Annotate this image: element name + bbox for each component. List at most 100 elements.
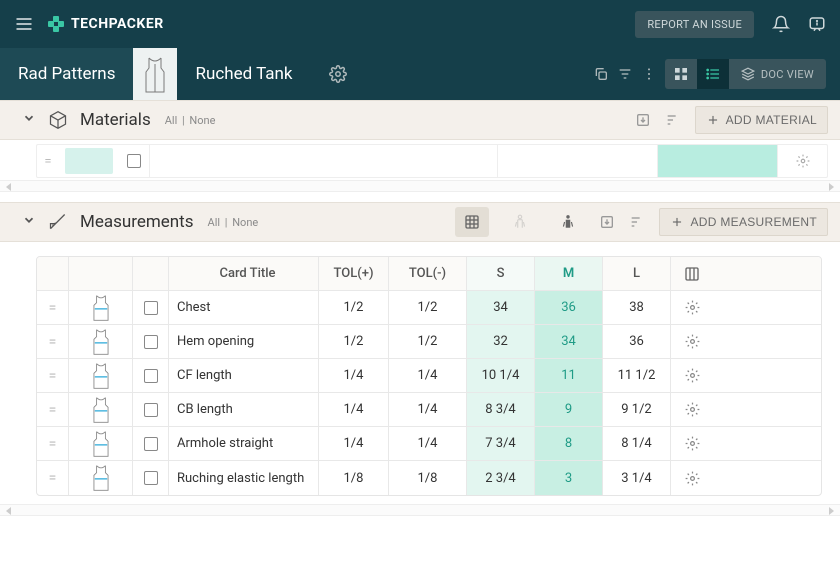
row-gear-icon[interactable]: [671, 427, 713, 460]
material-row[interactable]: =: [36, 144, 828, 178]
table-row[interactable]: = Armhole straight 1/4 1/4 7 3/4 8 8 1/4: [37, 427, 821, 461]
horizontal-scrollbar[interactable]: [0, 180, 840, 192]
list-view-button[interactable]: [697, 59, 729, 89]
drag-handle-icon[interactable]: =: [37, 154, 59, 169]
bell-icon[interactable]: [772, 15, 790, 33]
sort-icon[interactable]: [629, 214, 645, 230]
body-front-icon[interactable]: [503, 207, 537, 237]
materials-filter[interactable]: All | None: [163, 114, 218, 127]
download-icon[interactable]: [599, 214, 615, 230]
drag-handle-icon[interactable]: =: [37, 427, 69, 460]
brand-logo[interactable]: TECHPACKER: [48, 16, 164, 32]
col-size-m[interactable]: M: [535, 257, 603, 290]
col-card-title[interactable]: Card Title: [169, 257, 319, 290]
tol-plus-cell[interactable]: 1/4: [319, 427, 389, 460]
drag-handle-icon[interactable]: =: [37, 393, 69, 426]
breadcrumb[interactable]: Rad Patterns: [0, 48, 133, 100]
sort-icon[interactable]: [665, 112, 681, 128]
tol-minus-cell[interactable]: 1/2: [389, 291, 467, 324]
row-checkbox[interactable]: [133, 461, 169, 495]
row-checkbox[interactable]: [133, 393, 169, 426]
filter-icon[interactable]: [617, 66, 633, 82]
size-s-cell[interactable]: 8 3/4: [467, 393, 535, 426]
doc-view-button[interactable]: DOC VIEW: [729, 59, 826, 89]
material-checkbox[interactable]: [119, 154, 149, 168]
grid-view-button[interactable]: [665, 59, 697, 89]
chevron-down-icon[interactable]: [22, 213, 36, 231]
col-tol-plus[interactable]: TOL(+): [319, 257, 389, 290]
tol-plus-cell[interactable]: 1/8: [319, 461, 389, 495]
size-s-cell[interactable]: 34: [467, 291, 535, 324]
size-m-cell[interactable]: 8: [535, 427, 603, 460]
col-tol-minus[interactable]: TOL(-): [389, 257, 467, 290]
size-l-cell[interactable]: 11 1/2: [603, 359, 671, 392]
report-issue-button[interactable]: REPORT AN ISSUE: [635, 11, 754, 38]
row-checkbox[interactable]: [133, 291, 169, 324]
card-title-cell[interactable]: Ruching elastic length: [169, 461, 319, 495]
size-l-cell[interactable]: 8 1/4: [603, 427, 671, 460]
table-view-button[interactable]: [455, 207, 489, 237]
tol-minus-cell[interactable]: 1/2: [389, 325, 467, 358]
table-row[interactable]: = CB length 1/4 1/4 8 3/4 9 9 1/2: [37, 393, 821, 427]
download-icon[interactable]: [635, 112, 651, 128]
size-l-cell[interactable]: 9 1/2: [603, 393, 671, 426]
row-gear-icon[interactable]: [671, 325, 713, 358]
body-back-icon[interactable]: [551, 207, 585, 237]
row-checkbox[interactable]: [133, 359, 169, 392]
size-s-cell[interactable]: 10 1/4: [467, 359, 535, 392]
drag-handle-icon[interactable]: =: [37, 291, 69, 324]
horizontal-scrollbar[interactable]: [0, 504, 840, 516]
tol-minus-cell[interactable]: 1/4: [389, 427, 467, 460]
more-icon[interactable]: [641, 66, 657, 82]
column-settings-icon[interactable]: [671, 257, 713, 290]
row-checkbox[interactable]: [133, 427, 169, 460]
size-m-cell[interactable]: 3: [535, 461, 603, 495]
tol-minus-cell[interactable]: 1/4: [389, 359, 467, 392]
chevron-down-icon[interactable]: [22, 111, 36, 129]
table-row[interactable]: = CF length 1/4 1/4 10 1/4 11 11 1/2: [37, 359, 821, 393]
product-thumbnail[interactable]: [133, 48, 177, 100]
size-m-cell[interactable]: 36: [535, 291, 603, 324]
row-gear-icon[interactable]: [671, 393, 713, 426]
copy-icon[interactable]: [593, 66, 609, 82]
size-l-cell[interactable]: 38: [603, 291, 671, 324]
table-row[interactable]: = Hem opening 1/2 1/2 32 34 36: [37, 325, 821, 359]
tol-plus-cell[interactable]: 1/2: [319, 325, 389, 358]
card-title-cell[interactable]: Chest: [169, 291, 319, 324]
table-row[interactable]: = Ruching elastic length 1/8 1/8 2 3/4 3…: [37, 461, 821, 495]
row-gear-icon[interactable]: [671, 291, 713, 324]
row-gear-icon[interactable]: [671, 359, 713, 392]
support-icon[interactable]: [808, 15, 826, 33]
measurements-filter[interactable]: All | None: [206, 216, 261, 229]
col-size-s[interactable]: S: [467, 257, 535, 290]
size-s-cell[interactable]: 32: [467, 325, 535, 358]
drag-handle-icon[interactable]: =: [37, 325, 69, 358]
size-s-cell[interactable]: 7 3/4: [467, 427, 535, 460]
col-size-l[interactable]: L: [603, 257, 671, 290]
row-gear-icon[interactable]: [671, 461, 713, 495]
menu-icon[interactable]: [14, 14, 34, 34]
drag-handle-icon[interactable]: =: [37, 359, 69, 392]
size-m-cell[interactable]: 9: [535, 393, 603, 426]
row-gear-icon[interactable]: [777, 145, 827, 177]
drag-handle-icon[interactable]: =: [37, 461, 69, 495]
tol-plus-cell[interactable]: 1/4: [319, 359, 389, 392]
tol-minus-cell[interactable]: 1/8: [389, 461, 467, 495]
size-s-cell[interactable]: 2 3/4: [467, 461, 535, 495]
size-l-cell[interactable]: 3 1/4: [603, 461, 671, 495]
size-m-cell[interactable]: 34: [535, 325, 603, 358]
add-material-button[interactable]: ADD MATERIAL: [695, 106, 828, 134]
add-measurement-button[interactable]: ADD MEASUREMENT: [659, 208, 828, 236]
card-title-cell[interactable]: Hem opening: [169, 325, 319, 358]
tol-minus-cell[interactable]: 1/4: [389, 393, 467, 426]
card-title-cell[interactable]: CB length: [169, 393, 319, 426]
size-m-cell[interactable]: 11: [535, 359, 603, 392]
gear-icon[interactable]: [329, 65, 347, 83]
table-row[interactable]: = Chest 1/2 1/2 34 36 38: [37, 291, 821, 325]
card-title-cell[interactable]: Armhole straight: [169, 427, 319, 460]
card-title-cell[interactable]: CF length: [169, 359, 319, 392]
tol-plus-cell[interactable]: 1/2: [319, 291, 389, 324]
size-l-cell[interactable]: 36: [603, 325, 671, 358]
row-checkbox[interactable]: [133, 325, 169, 358]
tol-plus-cell[interactable]: 1/4: [319, 393, 389, 426]
